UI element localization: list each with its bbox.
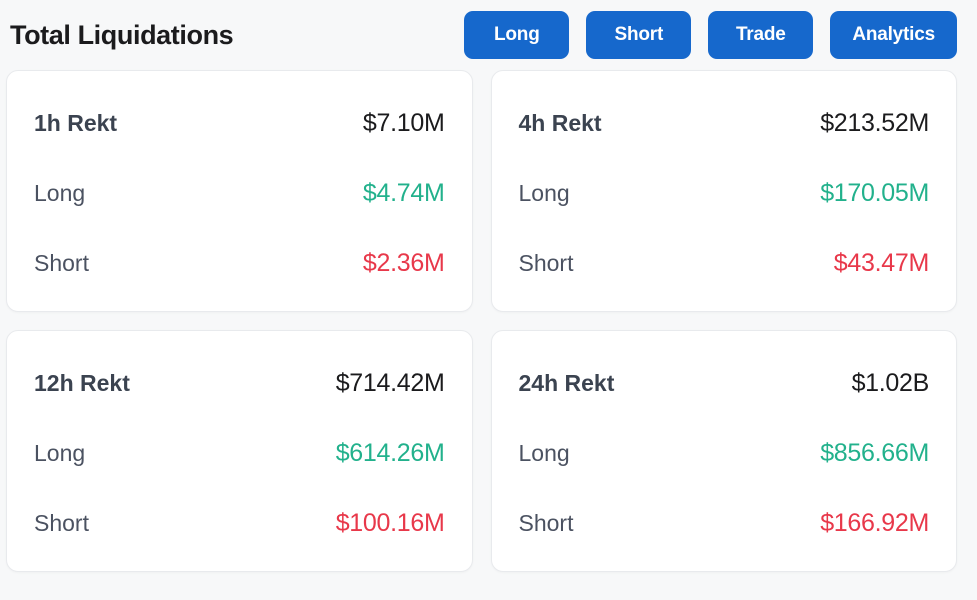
card-short-label: Short [518, 510, 574, 536]
liquidations-page: Total Liquidations Long Short Trade Anal… [0, 0, 977, 600]
page-header: Total Liquidations Long Short Trade Anal… [0, 0, 977, 70]
card-long-label: Long [34, 180, 86, 206]
card-total-value: $7.10M [362, 109, 445, 137]
liquidation-card-12h: 12h Rekt $714.42M Long $614.26M Short $1… [6, 330, 473, 572]
card-long-value: $4.74M [362, 179, 445, 207]
card-short-value: $100.16M [335, 509, 445, 537]
card-total-row: 1h Rekt $7.10M [34, 109, 445, 179]
trade-button[interactable]: Trade [708, 11, 814, 59]
liquidation-card-1h: 1h Rekt $7.10M Long $4.74M Short $2.36M [6, 70, 473, 312]
card-total-row: 24h Rekt $1.02B [519, 369, 930, 439]
card-short-row: Short $2.36M [34, 249, 445, 319]
card-short-value: $2.36M [362, 249, 445, 277]
card-long-row: Long $614.26M [34, 439, 445, 509]
card-total-row: 12h Rekt $714.42M [34, 369, 445, 439]
card-short-label: Short [34, 250, 89, 276]
card-timeframe-label: 4h Rekt [518, 110, 602, 136]
card-long-value: $856.66M [820, 439, 929, 467]
card-timeframe-label: 24h Rekt [518, 370, 615, 396]
card-long-label: Long [34, 440, 86, 466]
liquidation-card-24h: 24h Rekt $1.02B Long $856.66M Short $166… [490, 330, 957, 572]
card-short-row: Short $100.16M [34, 509, 445, 579]
card-long-label: Long [518, 440, 570, 466]
header-button-group: Long Short Trade Analytics [464, 11, 957, 59]
card-timeframe-label: 1h Rekt [34, 110, 118, 136]
card-short-label: Short [518, 250, 574, 276]
page-title: Total Liquidations [10, 19, 234, 50]
card-total-value: $714.42M [335, 369, 445, 397]
card-short-row: Short $166.92M [519, 509, 930, 579]
analytics-button[interactable]: Analytics [830, 11, 957, 59]
card-total-value: $1.02B [851, 369, 930, 397]
card-long-row: Long $856.66M [519, 439, 930, 509]
card-short-value: $43.47M [833, 249, 930, 277]
card-long-row: Long $170.05M [519, 179, 930, 249]
card-short-value: $166.92M [820, 509, 929, 537]
card-long-label: Long [518, 180, 570, 206]
card-timeframe-label: 12h Rekt [34, 370, 130, 396]
card-total-row: 4h Rekt $213.52M [519, 109, 930, 179]
card-short-label: Short [34, 510, 89, 536]
card-long-row: Long $4.74M [34, 179, 445, 249]
liquidation-card-grid: 1h Rekt $7.10M Long $4.74M Short $2.36M … [0, 70, 977, 572]
liquidation-card-4h: 4h Rekt $213.52M Long $170.05M Short $43… [490, 70, 957, 312]
card-long-value: $170.05M [820, 179, 929, 207]
long-button[interactable]: Long [464, 11, 570, 59]
card-short-row: Short $43.47M [519, 249, 930, 319]
card-total-value: $213.52M [820, 109, 929, 137]
card-long-value: $614.26M [335, 439, 445, 467]
short-button[interactable]: Short [586, 11, 692, 59]
